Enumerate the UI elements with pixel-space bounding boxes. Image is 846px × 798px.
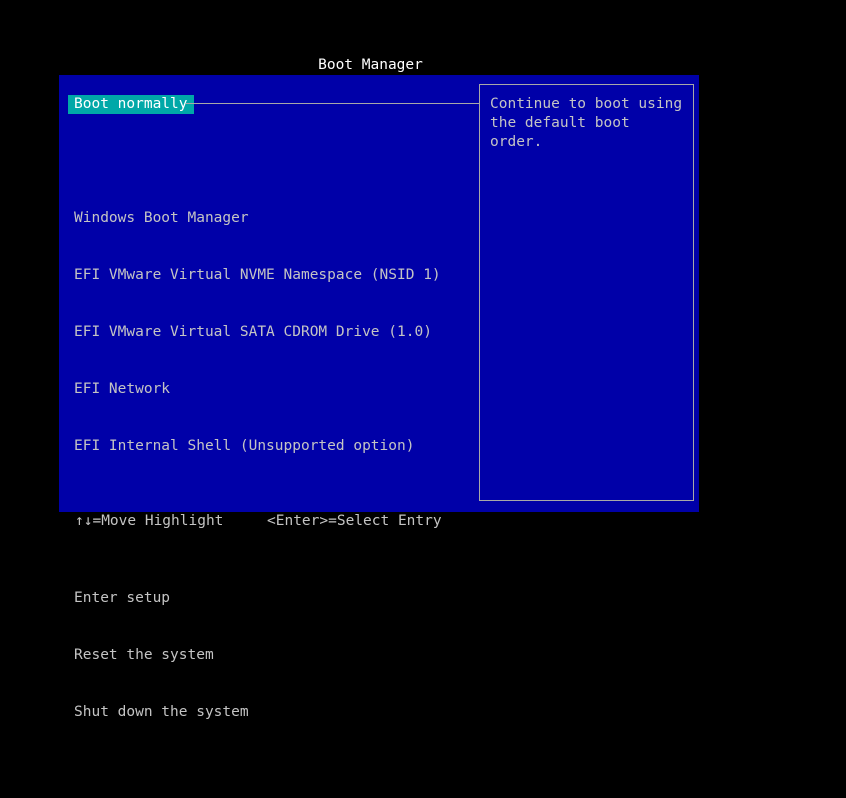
boot-menu-panel: Boot normally Windows Boot Manager EFI V… (59, 75, 699, 720)
menu-item-boot-normally[interactable]: Boot normally (68, 95, 194, 114)
help-line: the default boot order. (490, 115, 630, 150)
menu-item-efi-shell[interactable]: EFI Internal Shell (Unsupported option) (74, 437, 441, 456)
menu-item-efi-network[interactable]: EFI Network (74, 380, 441, 399)
menu-item-windows-boot-manager[interactable]: Windows Boot Manager (74, 209, 441, 228)
highlight-divider-line (186, 103, 480, 104)
boot-menu-list: Windows Boot Manager EFI VMware Virtual … (74, 133, 441, 798)
system-actions-group: Enter setup Reset the system Shut down t… (74, 551, 441, 760)
menu-item-reset-system[interactable]: Reset the system (74, 646, 441, 665)
move-highlight-hint: ↑↓=Move Highlight (75, 513, 224, 529)
boot-devices-group: Windows Boot Manager EFI VMware Virtual … (74, 171, 441, 494)
menu-item-efi-cdrom[interactable]: EFI VMware Virtual SATA CDROM Drive (1.0… (74, 323, 441, 342)
menu-item-shut-down[interactable]: Shut down the system (74, 703, 441, 722)
key-hints-footer: ↑↓=Move Highlight <Enter>=Select Entry (75, 512, 442, 531)
help-text: Continue to boot using the default boot … (490, 95, 686, 152)
help-line: Continue to boot using (490, 96, 683, 112)
select-entry-hint: <Enter>=Select Entry (267, 513, 442, 529)
menu-item-efi-nvme[interactable]: EFI VMware Virtual NVME Namespace (NSID … (74, 266, 441, 285)
menu-item-enter-setup[interactable]: Enter setup (74, 589, 441, 608)
page-title: Boot Manager (318, 57, 423, 73)
help-box: Continue to boot using the default boot … (479, 84, 694, 501)
selected-row[interactable]: Boot normally (68, 95, 480, 114)
